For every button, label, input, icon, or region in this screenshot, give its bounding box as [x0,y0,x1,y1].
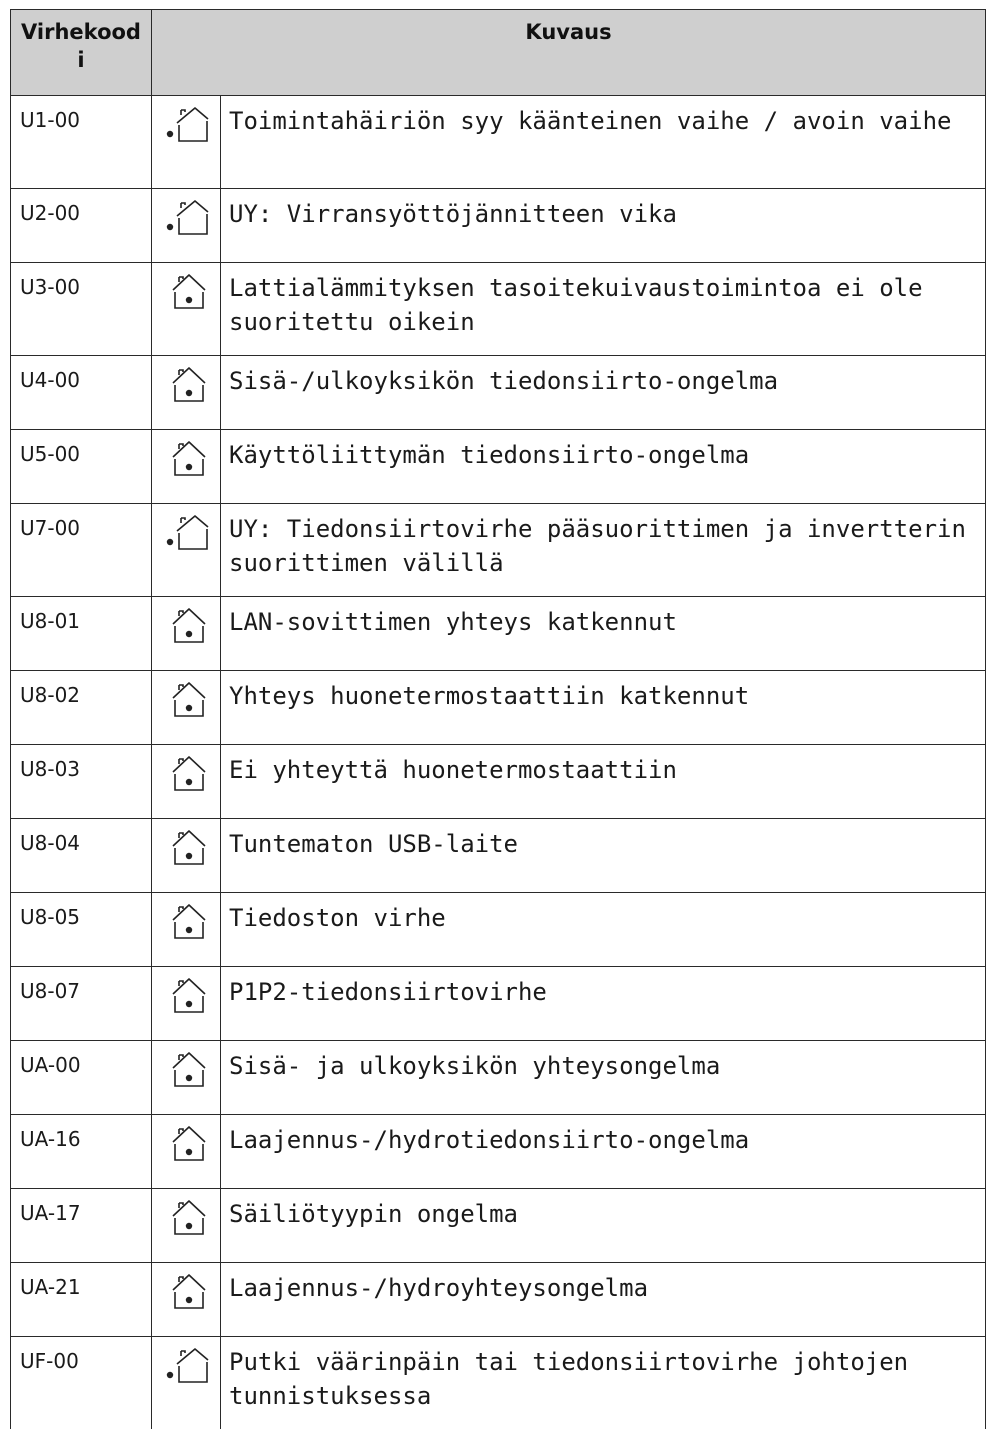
unit-icon-cell [152,1337,221,1429]
unit-icon-cell [152,504,221,597]
error-code-table: Virhekood i Kuvaus U1-00 Toimintahäiriön… [10,9,986,1429]
indoor-unit-house-icon [165,1049,209,1089]
table-row: U4-00 Sisä-/ulkoyksikön tiedonsiirto-ong… [11,356,986,430]
description-cell: Käyttöliittymän tiedonsiirto-ongelma [221,430,986,504]
indoor-unit-house-icon [165,901,209,941]
unit-icon-cell [152,819,221,893]
outdoor-unit-house-icon [165,104,209,144]
unit-icon-cell [152,189,221,263]
unit-icon-cell [152,893,221,967]
error-code-cell: U7-00 [11,504,152,597]
indoor-unit-house-icon [165,1197,209,1237]
unit-icon-cell [152,1263,221,1337]
unit-icon-cell [152,1115,221,1189]
description-cell: P1P2-tiedonsiirtovirhe [221,967,986,1041]
column-header-error-code: Virhekood i [11,10,152,96]
description-cell: Ei yhteyttä huonetermostaattiin [221,745,986,819]
unit-icon-cell [152,96,221,189]
indoor-unit-house-icon [165,679,209,719]
error-code-cell: UA-17 [11,1189,152,1263]
indoor-unit-house-icon [165,1271,209,1311]
unit-icon-cell [152,263,221,356]
table-row: U8-04 Tuntematon USB-laite [11,819,986,893]
table-row: U8-01 LAN-sovittimen yhteys katkennut [11,597,986,671]
error-code-cell: UA-00 [11,1041,152,1115]
description-cell: Laajennus-/hydrotiedonsiirto-ongelma [221,1115,986,1189]
description-cell: Tiedoston virhe [221,893,986,967]
indoor-unit-house-icon [165,975,209,1015]
description-cell: Yhteys huonetermostaattiin katkennut [221,671,986,745]
indoor-unit-house-icon [165,753,209,793]
table-row: UA-00 Sisä- ja ulkoyksikön yhteysongelma [11,1041,986,1115]
column-header-description: Kuvaus [152,10,986,96]
table-row: U7-00 UY: Tiedonsiirtovirhe pääsuorittim… [11,504,986,597]
table-row: UA-21 Laajennus-/hydroyhteysongelma [11,1263,986,1337]
error-code-cell: U4-00 [11,356,152,430]
table-header-row: Virhekood i Kuvaus [11,10,986,96]
description-cell: Laajennus-/hydroyhteysongelma [221,1263,986,1337]
description-cell: UY: Virransyöttöjännitteen vika [221,189,986,263]
error-code-cell: U8-04 [11,819,152,893]
table-row: U8-02 Yhteys huonetermostaattiin katkenn… [11,671,986,745]
unit-icon-cell [152,745,221,819]
table-row: UA-17 Säiliötyypin ongelma [11,1189,986,1263]
error-code-cell: U8-01 [11,597,152,671]
table-row: U8-05 Tiedoston virhe [11,893,986,967]
indoor-unit-house-icon [165,271,209,311]
error-code-cell: U8-02 [11,671,152,745]
error-code-cell: UA-16 [11,1115,152,1189]
error-code-cell: U2-00 [11,189,152,263]
description-cell: UY: Tiedonsiirtovirhe pääsuorittimen ja … [221,504,986,597]
description-cell: LAN-sovittimen yhteys katkennut [221,597,986,671]
unit-icon-cell [152,1189,221,1263]
indoor-unit-house-icon [165,1123,209,1163]
table-row: U5-00 Käyttöliittymän tiedonsiirto-ongel… [11,430,986,504]
indoor-unit-house-icon [165,827,209,867]
indoor-unit-house-icon [165,438,209,478]
outdoor-unit-house-icon [165,1345,209,1385]
error-code-cell: U8-05 [11,893,152,967]
outdoor-unit-house-icon [165,197,209,237]
outdoor-unit-house-icon [165,512,209,552]
unit-icon-cell [152,430,221,504]
error-code-cell: U5-00 [11,430,152,504]
table-row: U3-00 Lattialämmityksen tasoitekuivausto… [11,263,986,356]
table-row: UA-16 Laajennus-/hydrotiedonsiirto-ongel… [11,1115,986,1189]
error-code-cell: UF-00 [11,1337,152,1429]
description-cell: Toimintahäiriön syy käänteinen vaihe / a… [221,96,986,189]
description-cell: Sisä-/ulkoyksikön tiedonsiirto-ongelma [221,356,986,430]
table-row: U8-03 Ei yhteyttä huonetermostaattiin [11,745,986,819]
description-cell: Sisä- ja ulkoyksikön yhteysongelma [221,1041,986,1115]
indoor-unit-house-icon [165,364,209,404]
column-header-error-code-line2: i [77,46,84,74]
table-row: UF-00 Putki väärinpäin tai tiedonsiirtov… [11,1337,986,1429]
error-code-cell: U1-00 [11,96,152,189]
unit-icon-cell [152,597,221,671]
error-code-cell: U3-00 [11,263,152,356]
unit-icon-cell [152,967,221,1041]
unit-icon-cell [152,1041,221,1115]
unit-icon-cell [152,356,221,430]
column-header-error-code-line1: Virhekood [21,18,141,46]
table-row: U2-00 UY: Virransyöttöjännitteen vika [11,189,986,263]
unit-icon-cell [152,671,221,745]
description-cell: Lattialämmityksen tasoitekuivaustoiminto… [221,263,986,356]
table-row: U8-07 P1P2-tiedonsiirtovirhe [11,967,986,1041]
error-code-cell: U8-03 [11,745,152,819]
description-cell: Putki väärinpäin tai tiedonsiirtovirhe j… [221,1337,986,1429]
indoor-unit-house-icon [165,605,209,645]
description-cell: Tuntematon USB-laite [221,819,986,893]
table-row: U1-00 Toimintahäiriön syy käänteinen vai… [11,96,986,189]
error-code-cell: UA-21 [11,1263,152,1337]
error-code-cell: U8-07 [11,967,152,1041]
description-cell: Säiliötyypin ongelma [221,1189,986,1263]
